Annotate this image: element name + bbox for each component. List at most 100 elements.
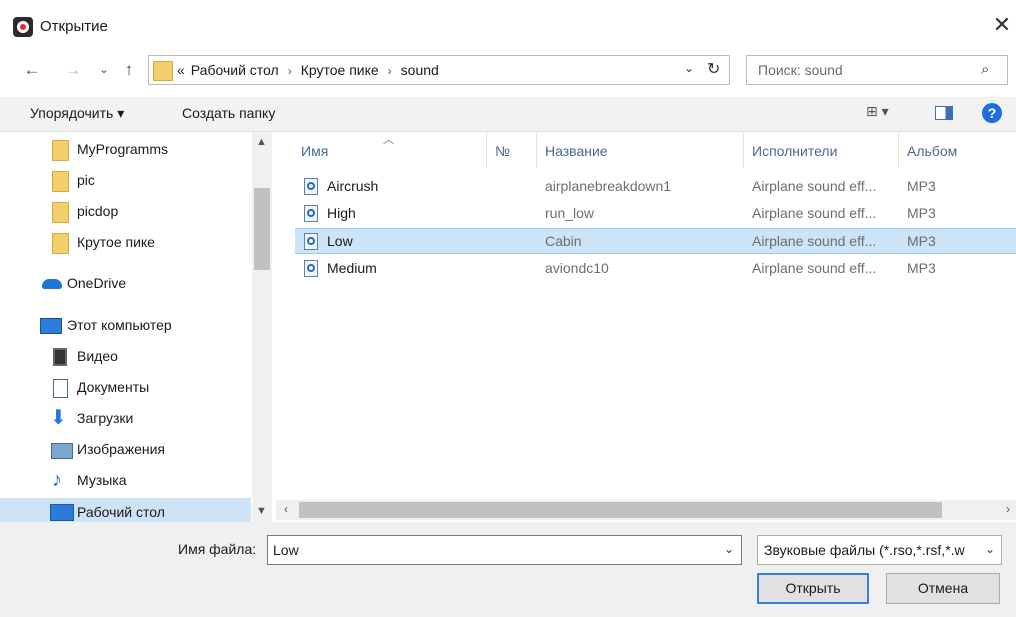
nav-scrollbar-thumb[interactable] (254, 188, 270, 270)
column-divider[interactable] (536, 132, 537, 168)
chevron-down-icon[interactable]: ⌄ (724, 542, 734, 556)
recent-locations-icon[interactable]: ⌄ (92, 58, 116, 82)
file-artist: Airplane sound eff... (752, 178, 877, 194)
column-header-name[interactable]: Имя (301, 143, 328, 159)
audio-file-icon (304, 205, 318, 222)
nav-item-label: pic (77, 172, 95, 188)
close-icon[interactable]: ✕ (990, 14, 1014, 38)
file-row-aircrush[interactable]: Aircrush airplanebreakdown1 Airplane sou… (295, 174, 1016, 200)
file-row-low[interactable]: Low Cabin Airplane sound eff... MP3 (295, 228, 1016, 254)
file-type-select[interactable]: Звуковые файлы (*.rso,*.rsf,*.w (757, 535, 1002, 565)
nav-item-pic[interactable]: pic (0, 167, 251, 195)
file-name: Low (327, 233, 353, 249)
chevron-down-icon[interactable]: ⌄ (684, 61, 694, 75)
nav-item-krutoe-pike[interactable]: Крутое пике (0, 229, 251, 257)
file-title: run_low (545, 205, 595, 221)
nav-item-downloads[interactable]: ⬇ Загрузки (0, 405, 251, 433)
nav-item-music[interactable]: ♪ Музыка (0, 467, 251, 495)
file-album: MP3 (907, 205, 936, 221)
video-icon (53, 348, 67, 366)
search-icon[interactable]: ⌕ (981, 61, 989, 78)
nav-item-myprogramms[interactable]: MyProgramms (0, 136, 251, 164)
chevron-down-icon[interactable]: ⌄ (985, 542, 995, 556)
preview-pane-icon[interactable] (935, 106, 953, 120)
file-title: aviondc10 (545, 260, 609, 276)
file-title: Cabin (545, 233, 582, 249)
column-divider[interactable] (486, 132, 487, 168)
column-header-title[interactable]: Название (545, 143, 608, 159)
refresh-icon[interactable]: ↻ (707, 59, 720, 79)
folder-icon (52, 140, 69, 161)
audio-file-icon (304, 233, 318, 250)
file-album: MP3 (907, 260, 936, 276)
up-arrow-icon[interactable]: ↑ (117, 58, 141, 82)
audio-file-icon (304, 178, 318, 195)
address-bar[interactable]: « Рабочий стол › Крутое пике › sound ⌄ ↻ (148, 55, 730, 85)
scroll-up-icon[interactable]: ▲ (256, 136, 267, 148)
breadcrumb-item-krutoe-pike[interactable]: Крутое пике (301, 62, 379, 78)
file-artist: Airplane sound eff... (752, 260, 877, 276)
nav-item-desktop[interactable]: Рабочий стол (0, 498, 251, 522)
documents-icon (53, 379, 68, 398)
file-name: Medium (327, 260, 377, 276)
file-row-high[interactable]: High run_low Airplane sound eff... MP3 (295, 201, 1016, 227)
breadcrumb-item-desktop[interactable]: Рабочий стол (191, 62, 279, 78)
nav-item-label: Изображения (77, 441, 165, 457)
search-box[interactable]: Поиск: sound ⌕ (746, 55, 1008, 85)
organize-button[interactable]: Упорядочить ▾ (30, 105, 124, 122)
scroll-down-icon[interactable]: ▼ (256, 505, 267, 517)
file-artist: Airplane sound eff... (752, 233, 877, 249)
column-divider[interactable] (743, 132, 744, 168)
column-header-artists[interactable]: Исполнители (752, 143, 837, 159)
back-arrow-icon[interactable]: ← (20, 58, 44, 82)
command-bar: Упорядочить ▾ Создать папку ⊞ ▾ ? (0, 97, 1016, 132)
chevron-right-icon[interactable]: › (288, 64, 292, 78)
column-header-album[interactable]: Альбом (907, 143, 957, 159)
downloads-icon: ⬇ (50, 407, 67, 429)
pictures-icon (51, 443, 73, 459)
audio-file-icon (304, 260, 318, 277)
scroll-right-icon[interactable]: › (1006, 502, 1010, 516)
file-name-field[interactable]: Low (267, 535, 742, 565)
nav-item-pictures[interactable]: Изображения (0, 436, 251, 464)
open-button[interactable]: Открыть (757, 573, 869, 604)
chevron-right-icon[interactable]: › (388, 64, 392, 78)
column-divider[interactable] (898, 132, 899, 168)
search-input[interactable]: Поиск: sound (758, 62, 843, 78)
cancel-button[interactable]: Отмена (886, 573, 1000, 604)
folder-icon (52, 202, 69, 223)
column-header-number[interactable]: № (495, 143, 510, 159)
file-name: Aircrush (327, 178, 379, 194)
nav-item-video[interactable]: Видео (0, 343, 251, 371)
folder-icon (52, 171, 69, 192)
file-row-medium[interactable]: Medium aviondc10 Airplane sound eff... M… (295, 256, 1016, 282)
nav-item-label: Документы (77, 379, 150, 395)
desktop-icon (50, 504, 74, 521)
nav-item-label: Загрузки (77, 410, 134, 426)
nav-item-this-pc[interactable]: Этот компьютер (0, 312, 251, 340)
nav-item-label: OneDrive (67, 275, 127, 291)
sort-ascending-icon: ︿ (383, 134, 394, 146)
view-options-icon[interactable]: ⊞ ▾ (866, 103, 889, 120)
navigation-pane: MyProgramms pic picdop Крутое пике OneDr… (0, 132, 276, 522)
help-icon[interactable]: ? (982, 103, 1002, 123)
new-folder-button[interactable]: Создать папку (182, 105, 275, 121)
breadcrumb-overflow[interactable]: « (177, 62, 185, 78)
app-icon (13, 17, 33, 37)
file-name: High (327, 205, 356, 221)
scroll-left-icon[interactable]: ‹ (284, 502, 288, 516)
file-title: airplanebreakdown1 (545, 178, 672, 194)
nav-item-onedrive[interactable]: OneDrive (0, 270, 251, 298)
music-icon: ♪ (52, 469, 62, 491)
nav-item-label: Рабочий стол (77, 504, 165, 520)
forward-arrow-icon[interactable]: → (61, 58, 85, 82)
file-artist: Airplane sound eff... (752, 205, 877, 221)
computer-icon (40, 318, 62, 334)
nav-item-label: Видео (77, 348, 118, 364)
file-list-scrollbar-thumb[interactable] (299, 502, 942, 518)
nav-item-label: picdop (77, 203, 119, 219)
nav-item-picdop[interactable]: picdop (0, 198, 251, 226)
nav-item-documents[interactable]: Документы (0, 374, 251, 402)
nav-item-label: Крутое пике (77, 234, 155, 250)
breadcrumb-item-sound[interactable]: sound (401, 62, 439, 78)
